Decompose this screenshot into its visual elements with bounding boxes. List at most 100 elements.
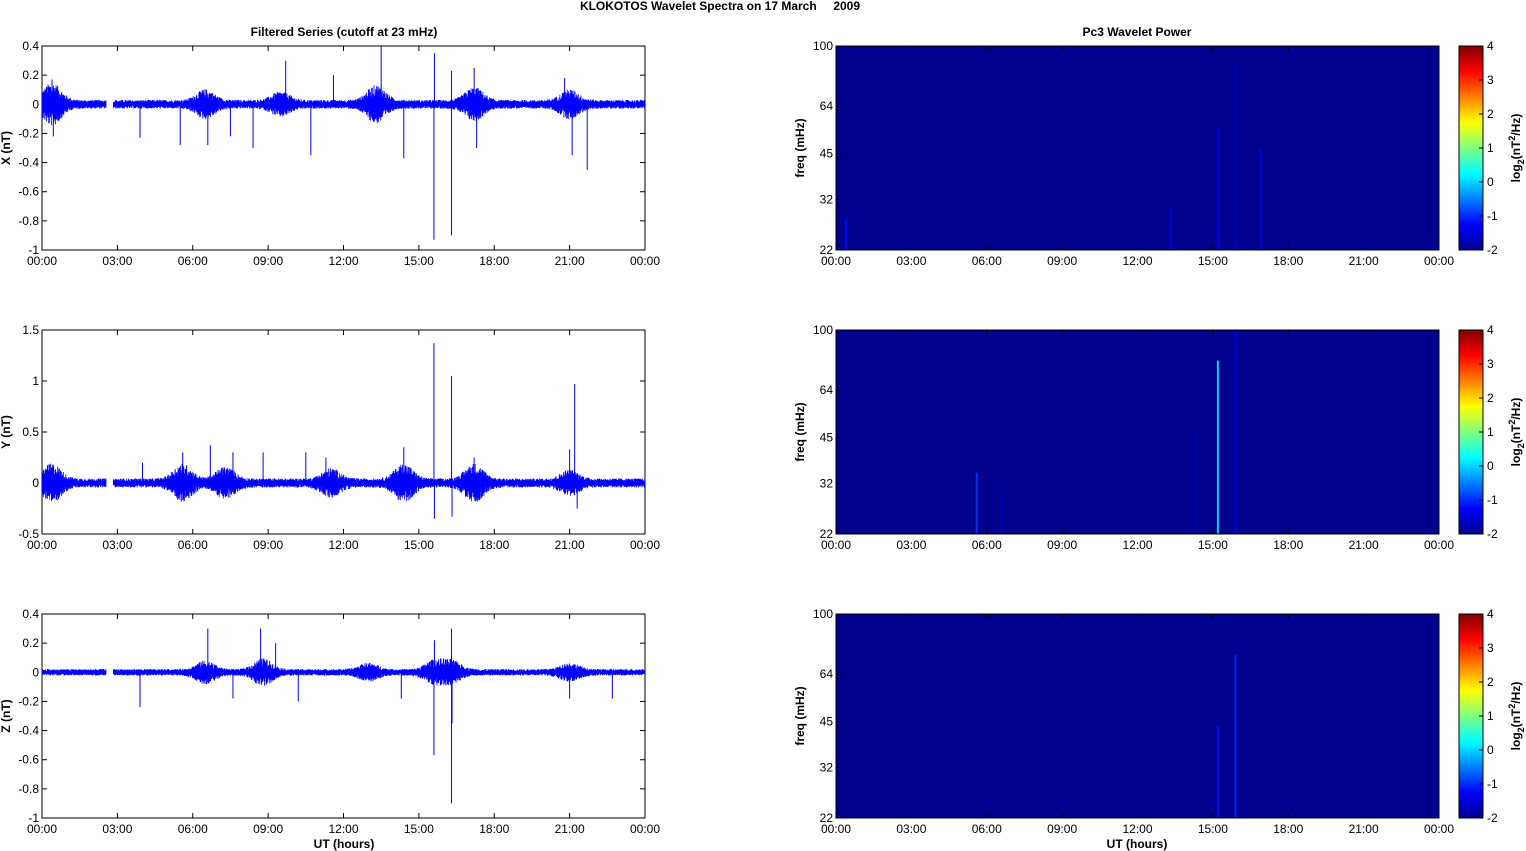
time-series-panel-y: -0.500.511.500:00 03:00 06:00 09:00 12:00 15:… [0, 323, 660, 552]
y-tick-label: 0 [32, 476, 39, 490]
colorbar-tick-label: -1 [1487, 777, 1498, 791]
y-tick-label: 0.4 [22, 607, 39, 621]
x-tick-label: 00:00 [1424, 254, 1454, 268]
x-tick-label: 21:00 [555, 538, 585, 552]
x-tick-label: 21:00 [1349, 822, 1379, 836]
colorbar-tick-label: 2 [1487, 675, 1494, 689]
y-tick-label: -0.2 [18, 126, 39, 140]
x-tick-label: 00:00 [27, 538, 57, 552]
power-streak [1234, 330, 1237, 534]
colorbar-tick-label: 0 [1487, 175, 1494, 189]
x-axis-label-left: UT (hours) [314, 837, 375, 851]
power-streak [1234, 654, 1237, 818]
y-tick-label: 0.2 [22, 636, 39, 650]
x-tick-label: 09:00 [253, 538, 283, 552]
time-series-panel-z: -1-0.8-0.6-0.4-0.200.20.400:00 03:00 06:00… [0, 607, 660, 836]
colorbar-tick-label: -1 [1487, 493, 1498, 507]
plot-area [41, 613, 646, 819]
x-tick-label: 12:00 [1122, 822, 1152, 836]
y-tick-label: 0.4 [22, 39, 39, 53]
plot-area [41, 329, 646, 535]
right-column-title: Pc3 Wavelet Power [1083, 25, 1192, 39]
colorbar-tick-label: 0 [1487, 743, 1494, 757]
x-axis-label-right: UT (hours) [1107, 837, 1168, 851]
x-tick-label: 15:00 [404, 822, 434, 836]
x-tick-label: 00:00 [1424, 822, 1454, 836]
y-tick-label: 32 [820, 761, 834, 775]
x-tick-label: 09:00 [1047, 822, 1077, 836]
x-tick-label: 09:00 [253, 254, 283, 268]
colorbar-label: log2(nT2/Hz) [1507, 114, 1526, 183]
colorbar-tick-label: 3 [1487, 641, 1494, 655]
y-axis-label: Y (nT) [0, 415, 13, 449]
x-tick-label: 03:00 [102, 538, 132, 552]
x-tick-label: 03:00 [896, 822, 926, 836]
y-tick-label: -0.6 [18, 753, 39, 767]
colorbar-tick-label: -2 [1487, 243, 1498, 257]
x-tick-label: 06:00 [178, 822, 208, 836]
x-tick-label: 12:00 [1122, 538, 1152, 552]
x-tick-label: 00:00 [821, 822, 851, 836]
colorbar-label: log2(nT2/Hz) [1507, 682, 1526, 751]
left-column-title: Filtered Series (cutoff at 23 mHz) [251, 25, 438, 39]
x-tick-label: 00:00 [630, 254, 660, 268]
colorbar-tick-label: 1 [1487, 141, 1494, 155]
x-tick-label: 15:00 [1198, 538, 1228, 552]
y-tick-label: 45 [820, 147, 834, 161]
x-tick-label: 18:00 [479, 822, 509, 836]
x-tick-label: 06:00 [972, 822, 1002, 836]
y-axis-label: freq (mHz) [793, 402, 807, 461]
y-tick-label: -0.6 [18, 185, 39, 199]
x-tick-label: 15:00 [404, 538, 434, 552]
x-tick-label: 15:00 [1198, 254, 1228, 268]
y-tick-label: 45 [820, 715, 834, 729]
colorbar-tick-label: 4 [1487, 39, 1494, 53]
spectrogram-image [836, 614, 1439, 818]
x-tick-label: 06:00 [972, 538, 1002, 552]
power-streak [1169, 209, 1172, 250]
figure-title: KLOKOTOS Wavelet Spectra on 17 March 200… [580, 0, 860, 13]
colorbar-label: log2(nT2/Hz) [1507, 398, 1526, 467]
x-tick-label: 00:00 [821, 254, 851, 268]
wavelet-power-panel-3: 2232456410000:00 03:00 06:00 09:00 12:00 15:0… [793, 607, 1526, 836]
x-tick-label: 12:00 [328, 822, 358, 836]
wavelet-power-panel-1: 2232456410000:00 03:00 06:00 09:00 12:00 15:0… [793, 39, 1526, 268]
colorbar-tick-label: 2 [1487, 107, 1494, 121]
colorbar-tick-label: 0 [1487, 459, 1494, 473]
power-streak [975, 472, 978, 534]
colorbar-tick-label: 1 [1487, 709, 1494, 723]
colorbar-tick-label: 4 [1487, 323, 1494, 337]
x-tick-label: 03:00 [102, 822, 132, 836]
x-tick-label: 09:00 [1047, 254, 1077, 268]
x-tick-label: 00:00 [630, 822, 660, 836]
x-tick-label: 09:00 [1047, 538, 1077, 552]
x-tick-label: 12:00 [328, 254, 358, 268]
y-tick-label: 0.2 [22, 68, 39, 82]
power-streak [1216, 127, 1219, 250]
y-tick-label: 1 [32, 374, 39, 388]
y-axis-label: X (nT) [0, 131, 13, 165]
y-tick-label: 1.5 [22, 323, 39, 337]
colorbar-tick-label: 3 [1487, 357, 1494, 371]
y-tick-label: 100 [813, 39, 833, 53]
y-tick-label: 32 [820, 193, 834, 207]
y-tick-label: 64 [820, 667, 834, 681]
x-tick-label: 09:00 [253, 822, 283, 836]
x-tick-label: 03:00 [102, 254, 132, 268]
y-tick-label: 64 [820, 383, 834, 397]
x-tick-label: 21:00 [555, 822, 585, 836]
power-streak [1234, 66, 1237, 251]
x-tick-label: 00:00 [821, 538, 851, 552]
x-tick-label: 00:00 [27, 822, 57, 836]
y-tick-label: 0 [32, 665, 39, 679]
x-tick-label: 18:00 [479, 254, 509, 268]
y-tick-label: -0.2 [18, 694, 39, 708]
x-tick-label: 18:00 [1273, 538, 1303, 552]
x-tick-label: 21:00 [1349, 538, 1379, 552]
colorbar-tick-label: -2 [1487, 527, 1498, 541]
y-tick-label: 100 [813, 323, 833, 337]
x-tick-label: 18:00 [1273, 254, 1303, 268]
x-tick-label: 03:00 [896, 254, 926, 268]
y-axis-label: freq (mHz) [793, 686, 807, 745]
y-tick-label: 0 [32, 97, 39, 111]
